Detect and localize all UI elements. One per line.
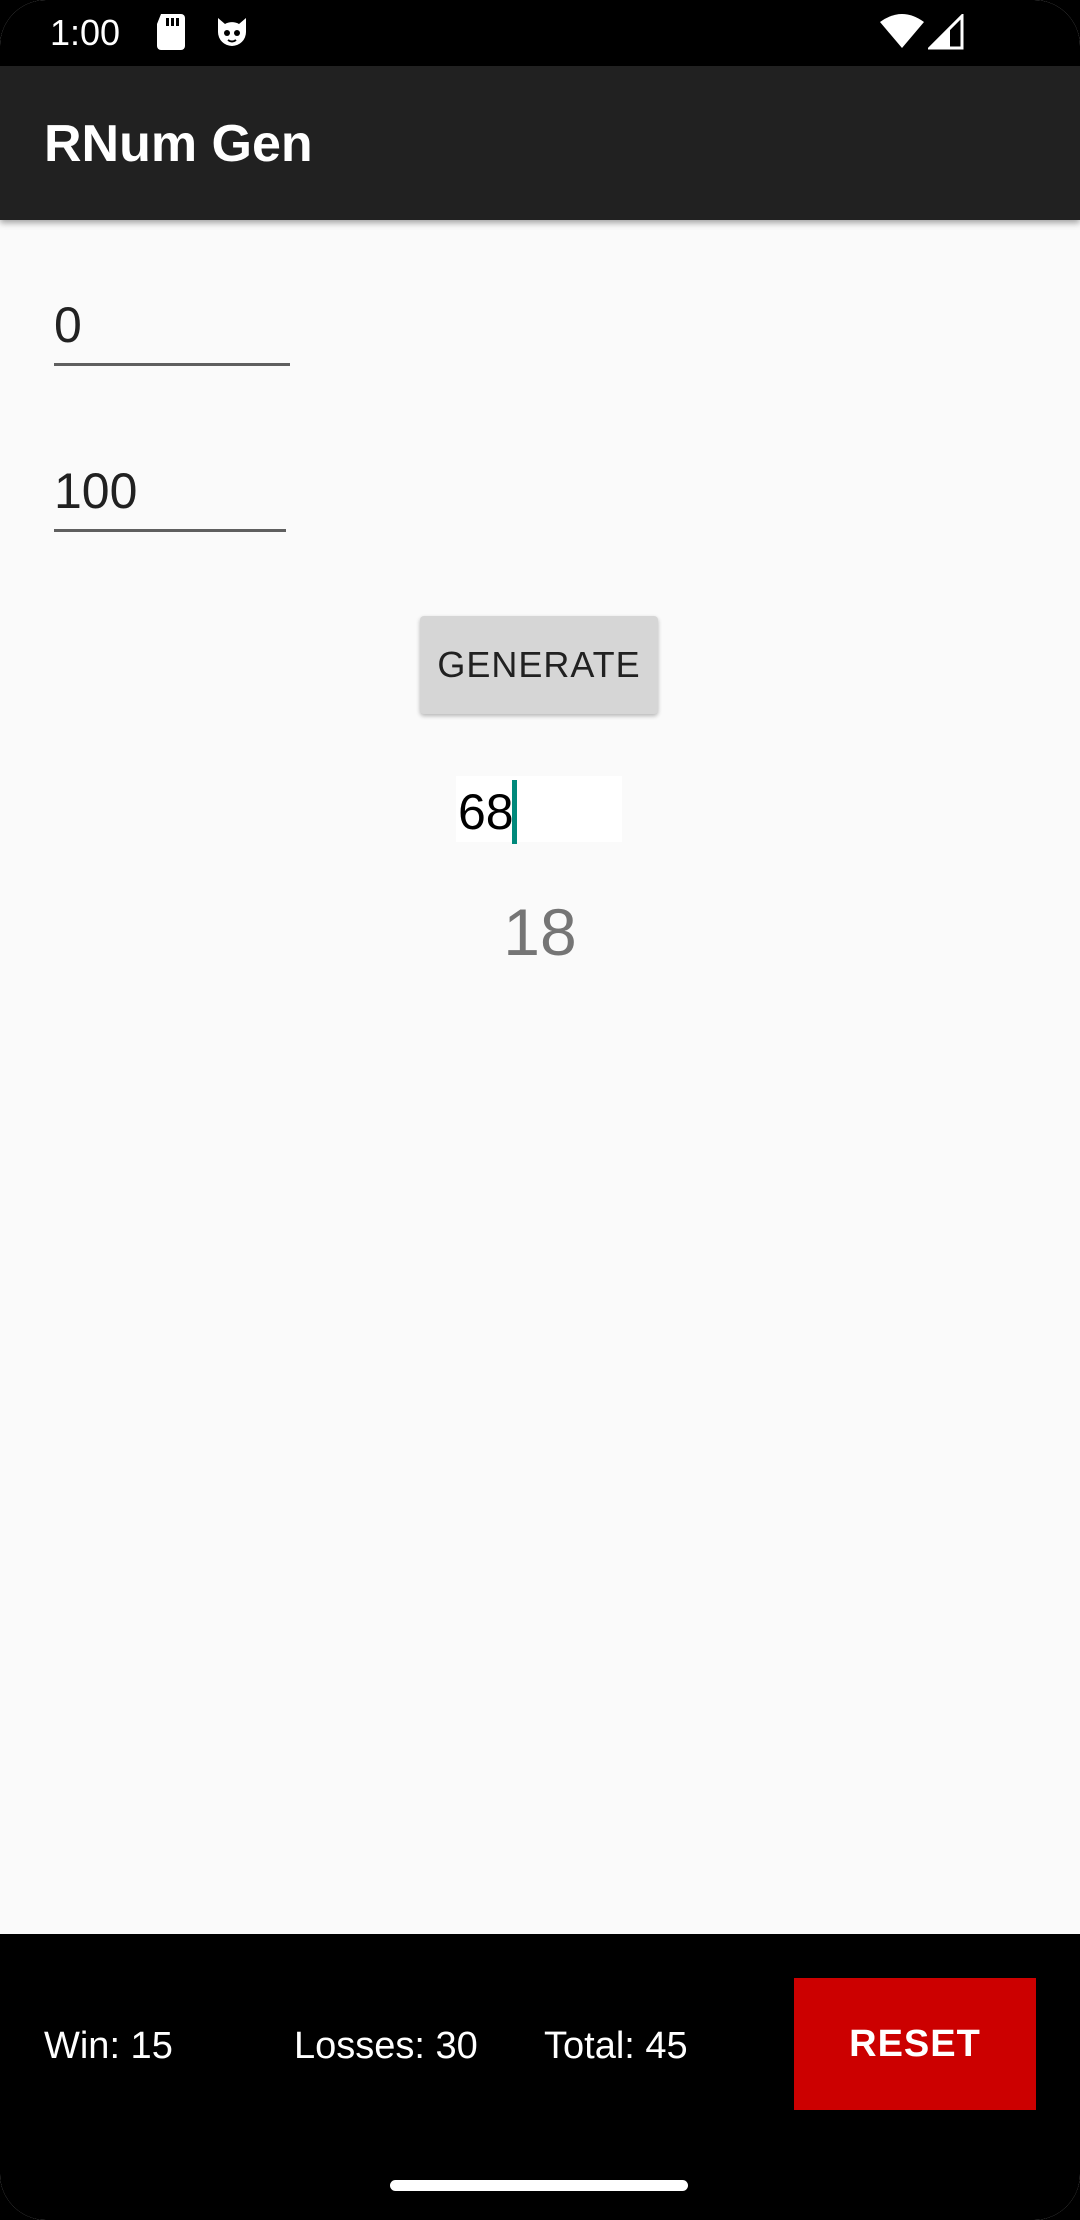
min-value-field[interactable] [54, 286, 290, 366]
reset-button[interactable]: RESET [794, 1978, 1036, 2110]
status-time: 1:00 [50, 12, 121, 53]
guess-input[interactable]: 68 [456, 776, 622, 844]
sd-card-icon [157, 14, 185, 50]
max-value-field[interactable] [54, 452, 286, 532]
max-value-input[interactable] [54, 452, 286, 529]
phone-screen: 1:00 RNum Gen GENERATE 68 [0, 0, 1080, 2220]
total-count: Total: 45 [544, 2025, 688, 2067]
losses-count: Losses: 30 [294, 2025, 478, 2067]
text-cursor [512, 780, 517, 844]
status-bar: 1:00 [0, 0, 1080, 66]
cat-icon [218, 18, 246, 46]
win-count: Win: 15 [44, 2025, 173, 2067]
app-title: RNum Gen [44, 115, 313, 173]
guess-value: 68 [458, 784, 514, 840]
app-bar: RNum Gen [0, 66, 1080, 220]
home-indicator[interactable] [390, 2180, 688, 2191]
signal-icon [928, 14, 964, 50]
generated-number: 18 [503, 895, 577, 969]
min-value-input[interactable] [54, 286, 290, 363]
wifi-icon [880, 14, 924, 48]
generate-button[interactable]: GENERATE [420, 616, 658, 714]
